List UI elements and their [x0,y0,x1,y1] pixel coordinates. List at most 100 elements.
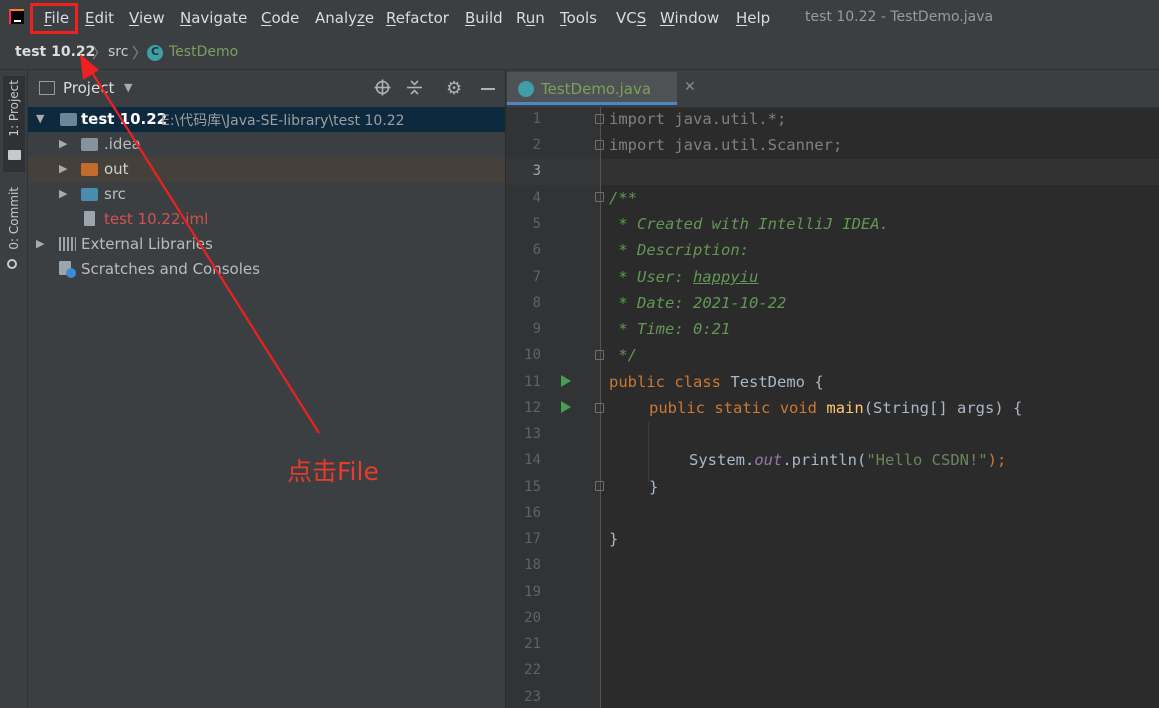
tree-item-label: Scratches and Consoles [81,260,260,278]
collapse-all-icon[interactable] [406,79,423,96]
menu-analyze[interactable]: Analyze [315,9,374,27]
fold-marker-icon[interactable] [595,140,604,150]
line-number: 9 [532,321,541,337]
tab-label[interactable]: TestDemo.java [541,80,651,98]
brace: { [1013,399,1023,417]
chevron-right-icon[interactable]: ▶ [59,137,67,150]
keyword: public [609,373,665,391]
breadcrumb-file[interactable]: TestDemo [169,44,238,60]
tree-item-label: src [104,185,126,203]
code-line-12[interactable]: public static void main(String[] args) { [649,399,1022,417]
code-token: System. [689,451,755,469]
breadcrumb-separator-icon: 〉 [92,44,108,62]
chevron-right-icon[interactable]: ▶ [59,162,67,175]
menu-code[interactable]: Code [261,9,299,27]
menu-help[interactable]: Help [736,9,770,27]
menu-run[interactable]: Run [516,9,545,27]
line-number: 12 [524,400,541,416]
fold-marker-icon[interactable] [595,403,604,413]
code-line-1[interactable]: import java.util.*; [609,110,786,128]
chevron-right-icon[interactable]: ▶ [59,187,67,200]
line-number: 6 [532,242,541,258]
tree-row-idea[interactable]: ▶ .idea [28,132,505,157]
line-number: 4 [532,190,541,206]
line-number: 16 [524,505,541,521]
module-file-icon [84,211,95,226]
highlight-box [30,3,78,34]
breadcrumb-src[interactable]: src [108,44,128,60]
line-number: 18 [524,557,541,573]
gear-icon[interactable]: ⚙ [446,78,462,99]
code-line-7[interactable]: * User: happyiu [609,268,758,286]
method-name: main [826,399,864,417]
code-line-17[interactable]: } [609,530,618,548]
java-class-icon [147,45,163,61]
menu-window[interactable]: Window [660,9,719,27]
tree-row-root[interactable]: ▼ test 10.22 E:\代码库\Java-SE-library\test… [28,107,505,132]
code-line-15[interactable]: } [649,478,658,496]
run-icon[interactable] [561,401,571,413]
tree-row-scratches[interactable]: Scratches and Consoles [28,257,505,282]
line-number: 2 [532,137,541,153]
breadcrumb-project[interactable]: test 10.22 [15,44,95,60]
line-number: 11 [524,374,541,390]
menu-vcs[interactable]: VCS [616,9,646,27]
code-line-4[interactable]: /** [609,189,637,207]
tree-row-external-libraries[interactable]: ▶ External Libraries [28,232,505,257]
line-number: 14 [524,452,541,468]
current-line-highlight [506,159,1159,185]
fold-marker-icon[interactable] [595,481,604,491]
locate-icon[interactable] [374,79,391,96]
run-icon[interactable] [561,375,571,387]
line-number: 20 [524,610,541,626]
window-title: test 10.22 - TestDemo.java [805,9,994,25]
clock-badge-icon [66,268,76,278]
menu-refactor[interactable]: Refactor [386,9,449,27]
project-panel-title[interactable]: Project [63,79,114,97]
line-number: 17 [524,531,541,547]
code-line-10[interactable]: */ [609,346,637,364]
code-line-11[interactable]: public class TestDemo { [609,373,824,391]
close-icon[interactable]: ✕ [684,79,696,95]
menu-navigate[interactable]: Navigate [180,9,247,27]
indent-guide [648,422,649,482]
static-field: out [754,451,783,469]
code-line-6[interactable]: * Description: [609,241,749,259]
tree-item-label: External Libraries [81,235,213,253]
menu-tools[interactable]: Tools [560,9,597,27]
code-token: .println( [782,451,867,469]
line-number: 3 [532,163,541,179]
folder-icon [8,150,21,160]
chevron-down-icon[interactable]: ▼ [124,81,132,94]
chevron-right-icon[interactable]: ▶ [36,237,44,250]
tree-root-name: test 10.22 [81,110,168,128]
tree-row-iml[interactable]: test 10.22.iml [28,207,505,232]
tree-row-out[interactable]: ▶ out [28,157,505,182]
code-line-8[interactable]: * Date: 2021-10-22 [609,294,786,312]
method-params: (String[] args) [863,399,1004,417]
menu-view[interactable]: View [129,9,165,27]
intellij-logo-icon [9,9,24,24]
tree-item-label: out [104,160,129,178]
code-line-14[interactable]: System.out.println("Hello CSDN!"); [689,451,1006,469]
code-line-2[interactable]: import java.util.Scanner; [609,136,842,154]
fold-marker-icon[interactable] [595,350,604,360]
code-line-5[interactable]: * Created with IntelliJ IDEA. [609,215,889,233]
fold-marker-icon[interactable] [595,114,604,124]
tool-window-project-label[interactable]: 1: Project [7,80,21,137]
keyword: public [649,399,705,417]
code-line-9[interactable]: * Time: 0:21 [609,320,730,338]
tool-window-commit-label[interactable]: 0: Commit [7,187,21,250]
source-folder-icon [81,188,98,201]
line-number: 22 [524,662,541,678]
minimize-icon[interactable] [481,88,495,90]
line-number: 8 [532,295,541,311]
fold-marker-icon[interactable] [595,192,604,202]
brace: { [814,373,824,391]
chevron-down-icon[interactable]: ▼ [36,112,44,125]
breadcrumb-separator-icon: 〉 [132,44,148,62]
tree-row-src[interactable]: ▶ src [28,182,505,207]
menu-edit[interactable]: Edit [85,9,114,27]
menu-build[interactable]: Build [465,9,503,27]
keyword: class [674,373,722,391]
